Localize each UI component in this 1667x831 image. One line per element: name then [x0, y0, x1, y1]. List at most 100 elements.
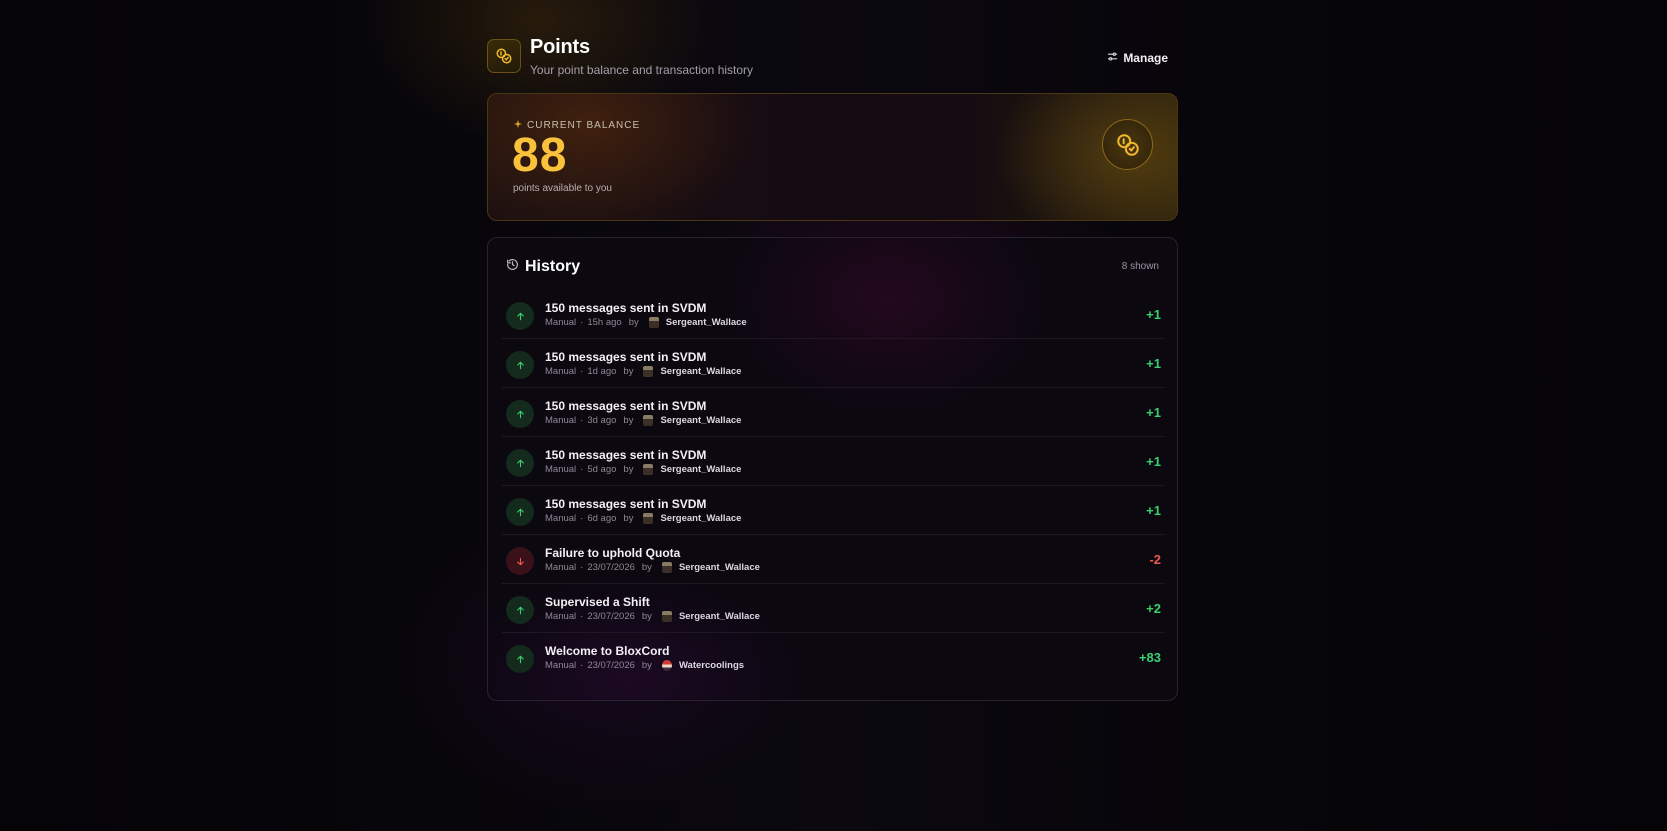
row-meta: Manual · 5d ago by Sergeant_Wallace	[545, 464, 741, 475]
row-author[interactable]: Sergeant_Wallace	[679, 611, 760, 622]
row-delta: +83	[1138, 650, 1161, 665]
row-author[interactable]: Sergeant_Wallace	[660, 464, 741, 475]
row-title: Failure to uphold Quota	[545, 546, 681, 560]
row-by: by	[641, 562, 652, 573]
row-time: 1d ago	[587, 366, 617, 377]
row-separator: ·	[580, 513, 584, 524]
row-by: by	[641, 660, 652, 671]
avatar	[643, 464, 654, 475]
page-title: Points	[530, 36, 590, 58]
row-source: Manual	[545, 513, 577, 524]
row-delta: +1	[1146, 356, 1161, 371]
row-title: 150 messages sent in SVDM	[545, 301, 707, 315]
row-source: Manual	[545, 611, 577, 622]
coins-icon	[1102, 119, 1153, 170]
row-delta: +2	[1146, 601, 1161, 616]
row-time: 15h ago	[587, 317, 622, 328]
row-source: Manual	[545, 562, 577, 573]
row-by: by	[623, 366, 634, 377]
arrow-down-icon	[506, 547, 534, 575]
row-source: Manual	[545, 660, 577, 671]
row-separator: ·	[580, 660, 584, 671]
row-meta: Manual · 3d ago by Sergeant_Wallace	[545, 415, 741, 426]
history-row: Supervised a Shift Manual · 23/07/2026 by Ser…	[502, 584, 1165, 633]
row-source: Manual	[545, 464, 577, 475]
history-count: 8 shown	[1121, 261, 1159, 272]
avatar	[661, 611, 672, 622]
row-title: 150 messages sent in SVDM	[545, 399, 707, 413]
avatar	[643, 415, 654, 426]
row-delta: -2	[1149, 552, 1161, 567]
row-delta: +1	[1146, 405, 1161, 420]
history-row: Failure to uphold Quota Manual · 23/07/2026…	[502, 535, 1165, 584]
row-author[interactable]: Sergeant_Wallace	[660, 415, 741, 426]
row-author[interactable]: Sergeant_Wallace	[666, 317, 747, 328]
arrow-up-icon	[506, 302, 534, 330]
row-meta: Manual · 23/07/2026 by Watercoolings	[545, 660, 744, 671]
row-title: 150 messages sent in SVDM	[545, 497, 707, 511]
row-by: by	[623, 415, 634, 426]
balance-card: CURRENT BALANCE 88 points available to y…	[487, 93, 1178, 221]
row-source: Manual	[545, 366, 577, 377]
avatar	[643, 513, 654, 524]
history-row: 150 messages sent in SVDM Manual · 5d ago by…	[502, 437, 1165, 486]
row-title: Supervised a Shift	[545, 595, 650, 609]
row-source: Manual	[545, 415, 577, 426]
arrow-up-icon	[506, 498, 534, 526]
row-separator: ·	[580, 317, 584, 328]
row-time: 5d ago	[587, 464, 617, 475]
history-row: 150 messages sent in SVDM Manual · 3d ago by…	[502, 388, 1165, 437]
arrow-up-icon	[506, 449, 534, 477]
manage-label: Manage	[1123, 51, 1168, 65]
history-list: 150 messages sent in SVDM Manual · 15h ago b…	[502, 290, 1165, 682]
page-header: Points Your point balance and transactio…	[487, 36, 1178, 94]
row-delta: +1	[1146, 454, 1161, 469]
history-icon	[506, 258, 519, 276]
history-title: History	[525, 258, 581, 275]
row-time: 23/07/2026	[587, 611, 635, 622]
arrow-up-icon	[506, 351, 534, 379]
balance-caption: points available to you	[513, 183, 612, 194]
avatar	[643, 366, 654, 377]
sliders-icon	[1107, 51, 1118, 65]
row-meta: Manual · 15h ago by Sergeant_Wallace	[545, 317, 747, 328]
row-delta: +1	[1146, 503, 1161, 518]
points-page: Points Your point balance and transactio…	[487, 36, 1178, 701]
row-by: by	[628, 317, 639, 328]
history-row: 150 messages sent in SVDM Manual · 15h ago b…	[502, 290, 1165, 339]
balance-value: 88	[512, 129, 568, 182]
row-separator: ·	[580, 415, 584, 426]
row-by: by	[623, 464, 634, 475]
row-time: 23/07/2026	[587, 660, 635, 671]
row-separator: ·	[580, 562, 584, 573]
history-card: History 8 shown 150 messages sent in SVD…	[487, 237, 1178, 701]
manage-button[interactable]: Manage	[1107, 48, 1168, 68]
row-meta: Manual · 1d ago by Sergeant_Wallace	[545, 366, 741, 377]
row-separator: ·	[580, 464, 584, 475]
avatar	[661, 660, 672, 671]
row-separator: ·	[580, 366, 584, 377]
row-author[interactable]: Sergeant_Wallace	[660, 513, 741, 524]
coins-icon	[487, 39, 521, 73]
row-meta: Manual · 23/07/2026 by Sergeant_Wallace	[545, 562, 760, 573]
row-title: Welcome to BloxCord	[545, 644, 670, 658]
arrow-up-icon	[506, 645, 534, 673]
row-author[interactable]: Sergeant_Wallace	[660, 366, 741, 377]
row-title: 150 messages sent in SVDM	[545, 448, 707, 462]
row-by: by	[623, 513, 634, 524]
history-row: Welcome to BloxCord Manual · 23/07/2026 by Wa…	[502, 633, 1165, 682]
row-title: 150 messages sent in SVDM	[545, 350, 707, 364]
page-subtitle: Your point balance and transaction histo…	[530, 63, 754, 77]
row-source: Manual	[545, 317, 577, 328]
row-meta: Manual · 6d ago by Sergeant_Wallace	[545, 513, 741, 524]
row-author[interactable]: Watercoolings	[679, 660, 744, 671]
row-time: 23/07/2026	[587, 562, 635, 573]
avatar	[648, 317, 659, 328]
row-by: by	[641, 611, 652, 622]
row-delta: +1	[1146, 307, 1161, 322]
row-separator: ·	[580, 611, 584, 622]
row-author[interactable]: Sergeant_Wallace	[679, 562, 760, 573]
row-time: 6d ago	[587, 513, 617, 524]
history-row: 150 messages sent in SVDM Manual · 6d ago by…	[502, 486, 1165, 535]
arrow-up-icon	[506, 596, 534, 624]
